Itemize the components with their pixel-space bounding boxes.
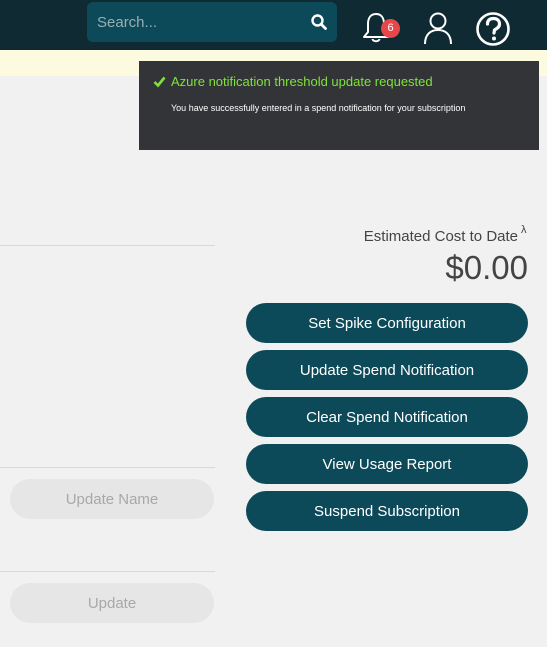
user-icon[interactable] (423, 11, 453, 45)
check-icon (153, 76, 166, 88)
search-icon[interactable] (310, 13, 328, 31)
suspend-subscription-button[interactable]: Suspend Subscription (246, 491, 528, 531)
search-box[interactable] (87, 2, 337, 42)
view-usage-report-button[interactable]: View Usage Report (246, 444, 528, 484)
toast-message: You have successfully entered in a spend… (171, 103, 466, 113)
section-divider (0, 571, 215, 572)
section-divider (0, 245, 215, 246)
cost-footnote-marker: λ (521, 224, 527, 236)
estimated-cost-label: Estimated Cost to Date (363, 228, 518, 245)
top-navigation-bar: 6 (0, 0, 547, 50)
update-button[interactable]: Update (10, 583, 214, 623)
estimated-cost-value: $0.00 (445, 249, 528, 286)
notification-count-badge[interactable]: 6 (381, 19, 400, 38)
set-spike-configuration-button[interactable]: Set Spike Configuration (246, 303, 528, 343)
update-name-button[interactable]: Update Name (10, 479, 214, 519)
notification-toast[interactable]: Azure notification threshold update requ… (139, 61, 539, 150)
toast-title: Azure notification threshold update requ… (171, 74, 433, 89)
update-spend-notification-button[interactable]: Update Spend Notification (246, 350, 528, 390)
help-icon[interactable] (475, 11, 511, 47)
clear-spend-notification-button[interactable]: Clear Spend Notification (246, 397, 528, 437)
section-divider (0, 467, 215, 468)
search-input[interactable] (87, 2, 302, 42)
